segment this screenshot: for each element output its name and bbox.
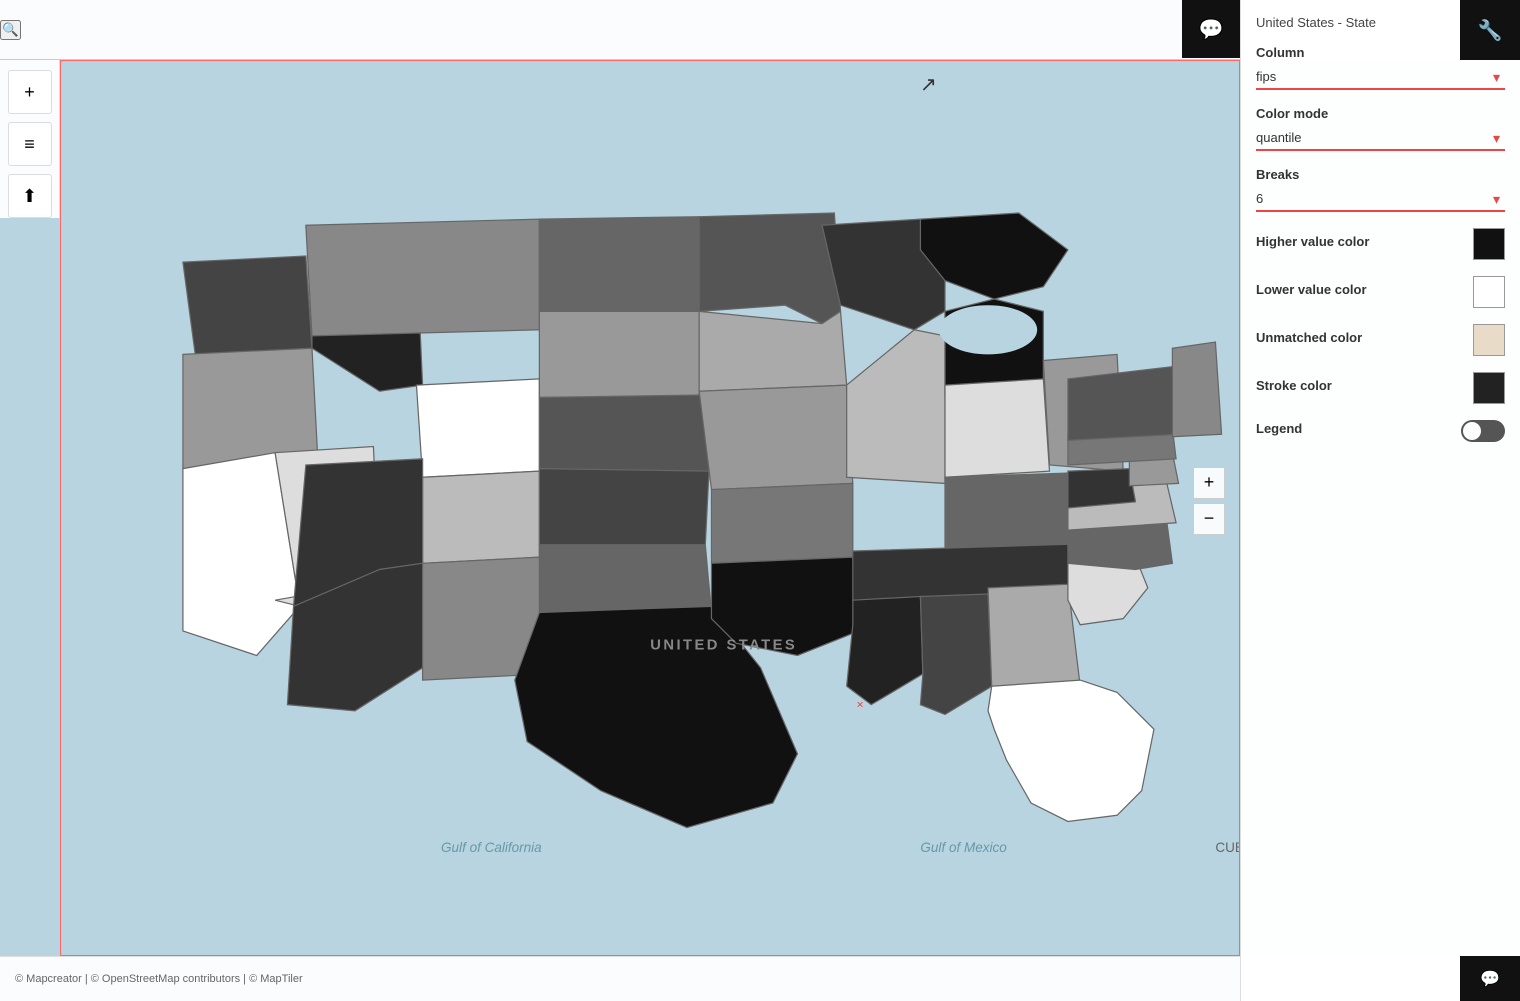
zoom-in-button[interactable]: + [1193, 467, 1225, 499]
svg-text:UNITED STATES: UNITED STATES [650, 637, 797, 653]
map-area[interactable]: UNITED STATES × Gulf of California Gulf … [60, 60, 1240, 956]
chat-button[interactable]: 💬 [1182, 0, 1240, 58]
column-select-wrapper[interactable]: fips name abbr [1256, 65, 1505, 90]
layers-button[interactable]: ≡ [8, 122, 52, 166]
svg-text:×: × [857, 697, 864, 711]
breaks-select-wrapper[interactable]: 3 4 5 6 7 8 [1256, 187, 1505, 212]
footer-icon: 💬 [1480, 969, 1500, 989]
legend-row: Legend [1256, 420, 1505, 442]
unmatched-color-row: Unmatched color [1256, 324, 1505, 356]
breaks-row: Breaks 3 4 5 6 7 8 [1256, 167, 1505, 212]
breaks-select[interactable]: 3 4 5 6 7 8 [1256, 187, 1505, 210]
color-mode-label: Color mode [1256, 106, 1505, 121]
unmatched-color-swatch[interactable] [1473, 324, 1505, 356]
left-toolbar: + ≡ ⬆ [0, 60, 60, 218]
add-layer-button[interactable]: + [8, 70, 52, 114]
stroke-color-row: Stroke color [1256, 372, 1505, 404]
search-icon: 🔍 [2, 22, 19, 37]
svg-text:Gulf of California: Gulf of California [441, 840, 542, 855]
layers-icon: ≡ [24, 134, 35, 155]
settings-panel: United States - State Column fips name a… [1240, 0, 1520, 1001]
lower-value-color-swatch[interactable] [1473, 276, 1505, 308]
zoom-out-button[interactable]: − [1193, 503, 1225, 535]
unmatched-color-label: Unmatched color [1256, 330, 1362, 345]
column-select[interactable]: fips name abbr [1256, 65, 1505, 88]
upload-icon: ⬆ [22, 186, 37, 207]
add-icon: + [24, 82, 35, 103]
footer-right-button[interactable]: 💬 [1460, 956, 1520, 1001]
higher-value-color-label: Higher value color [1256, 234, 1369, 249]
higher-value-color-row: Higher value color [1256, 228, 1505, 260]
stroke-color-label: Stroke color [1256, 378, 1332, 393]
lower-value-color-row: Lower value color [1256, 276, 1505, 308]
legend-label: Legend [1256, 421, 1302, 436]
zoom-controls: + − [1193, 465, 1225, 537]
svg-text:Gulf of Mexico: Gulf of Mexico [920, 840, 1007, 855]
upload-button[interactable]: ⬆ [8, 174, 52, 218]
search-button[interactable]: 🔍 [0, 20, 21, 40]
breaks-label: Breaks [1256, 167, 1505, 182]
wrench-button[interactable]: 🔧 [1460, 0, 1520, 60]
lower-value-color-label: Lower value color [1256, 282, 1367, 297]
color-mode-select-wrapper[interactable]: quantile jenks equal interval [1256, 126, 1505, 151]
stroke-color-swatch[interactable] [1473, 372, 1505, 404]
footer-attribution: © Mapcreator | © OpenStreetMap contribut… [15, 973, 303, 985]
higher-value-color-swatch[interactable] [1473, 228, 1505, 260]
chat-icon: 💬 [1199, 17, 1224, 42]
color-mode-row: Color mode quantile jenks equal interval [1256, 106, 1505, 151]
wrench-icon: 🔧 [1478, 18, 1503, 43]
color-mode-select[interactable]: quantile jenks equal interval [1256, 126, 1505, 149]
legend-toggle[interactable] [1461, 420, 1505, 442]
svg-text:CUBA: CUBA [1215, 840, 1240, 855]
